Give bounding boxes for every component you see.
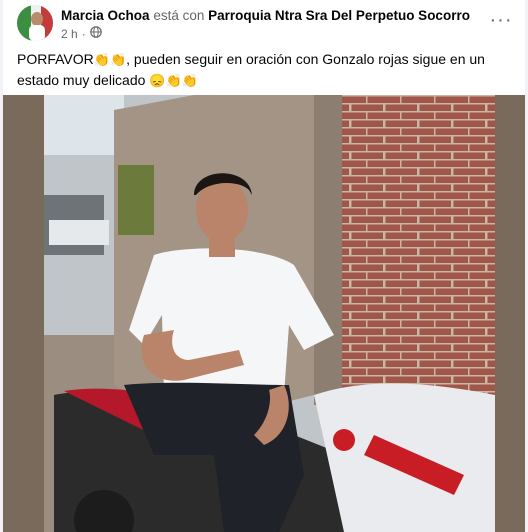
post-photo-container[interactable]: [3, 95, 525, 532]
more-options-icon[interactable]: ···: [487, 8, 515, 32]
post-caption: PORFAVOR👏👏, pueden seguir en oración con…: [17, 49, 512, 91]
emoji-group-2: 😞👏👏: [149, 73, 198, 88]
post-meta: 2 h ·: [61, 26, 102, 41]
connector-text: está con: [153, 8, 205, 23]
clap-emoji-1: 👏👏: [93, 52, 127, 67]
caption-text-1: PORFAVOR: [17, 51, 94, 67]
feed-post: Marcia Ochoa está con Parroquia Ntra Sra…: [3, 0, 525, 532]
meta-separator: ·: [81, 26, 86, 41]
post-timestamp[interactable]: 2 h: [61, 27, 78, 41]
author-name[interactable]: Marcia Ochoa: [61, 8, 150, 23]
author-avatar[interactable]: [17, 5, 53, 41]
author-line: Marcia Ochoa está con Parroquia Ntra Sra…: [61, 8, 470, 23]
post-header: Marcia Ochoa está con Parroquia Ntra Sra…: [3, 0, 525, 44]
globe-icon: [89, 26, 102, 41]
tagged-page[interactable]: Parroquia Ntra Sra Del Perpetuo Socorro: [208, 8, 470, 23]
post-photo[interactable]: [44, 95, 495, 532]
